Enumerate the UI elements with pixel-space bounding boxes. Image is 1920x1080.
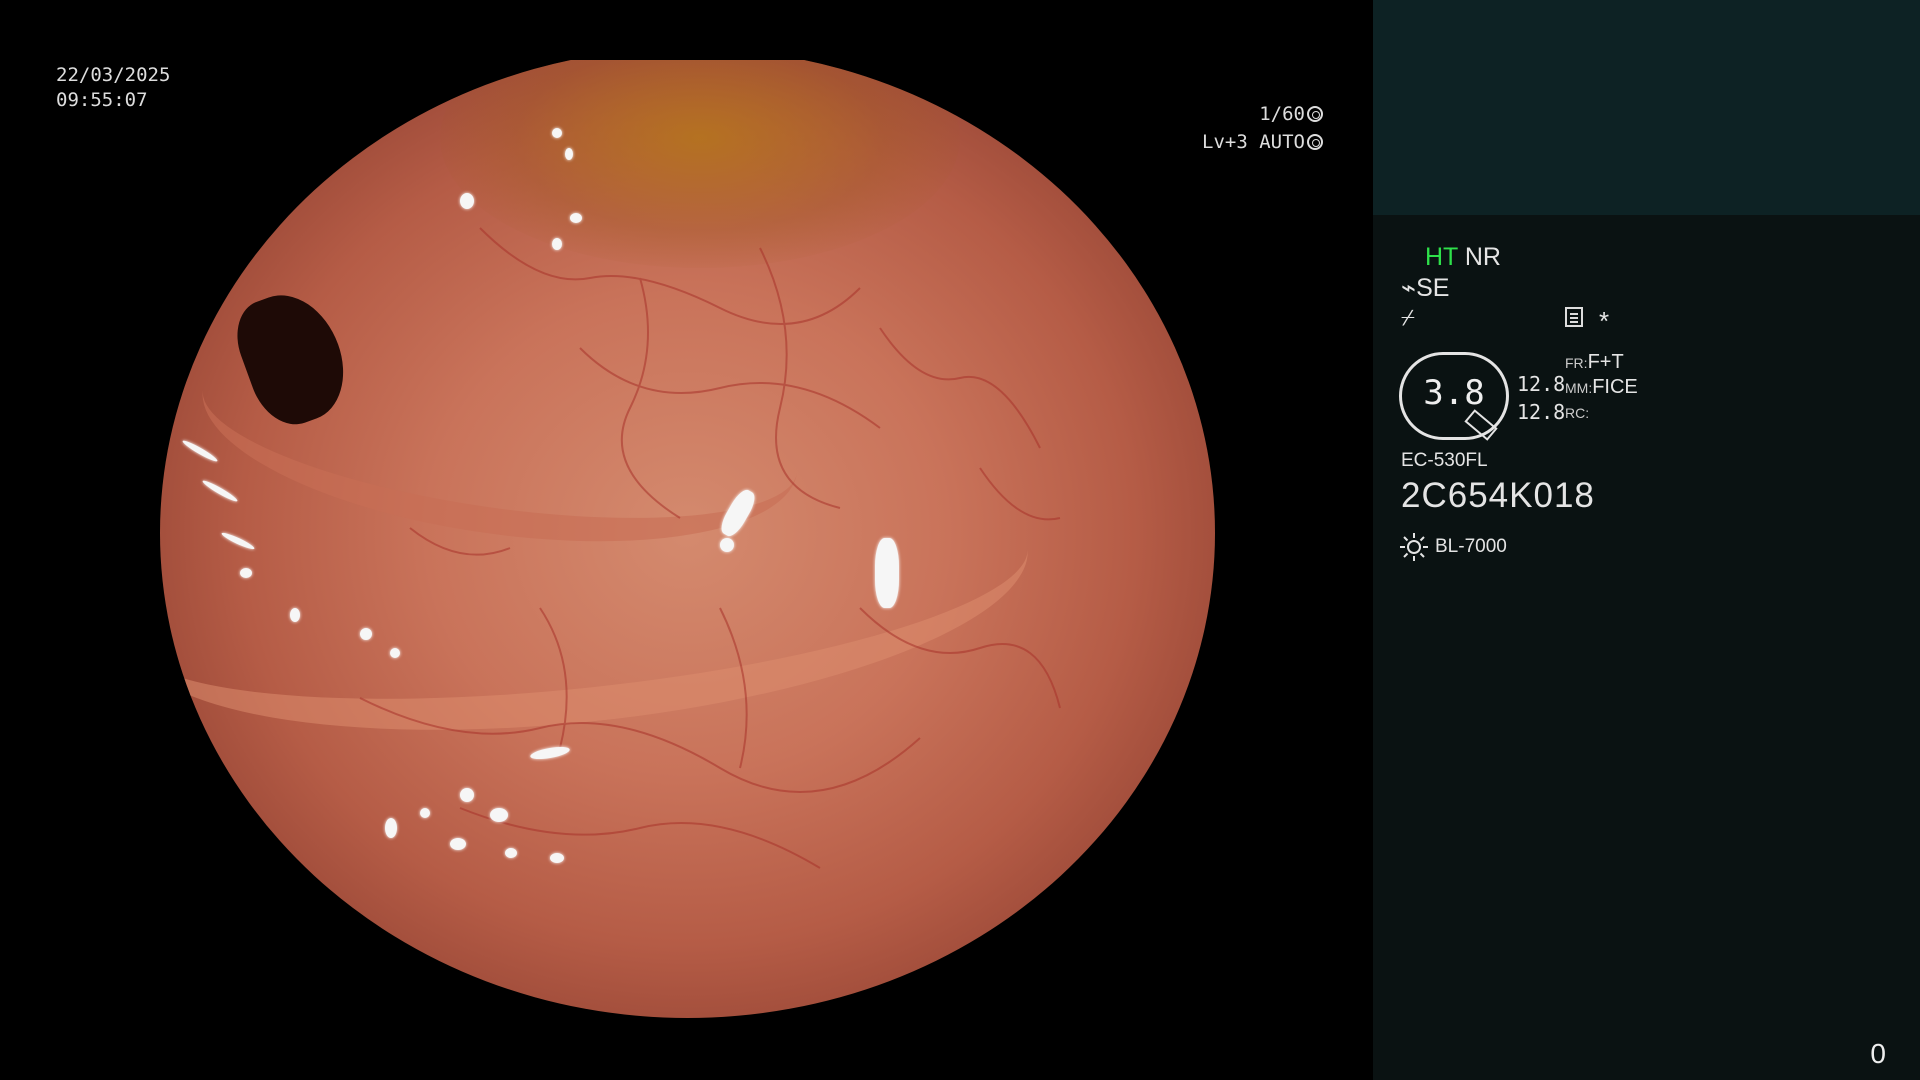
- vascular-pattern: [359, 227, 1061, 869]
- reflection-spot: [720, 538, 734, 552]
- star-indicator: *: [1599, 306, 1610, 336]
- reflection-spot: [290, 608, 300, 622]
- status-panel: HT NR ⌁SE ⌿ * 3.8 12.8 12.8 EC-530FL 2C6…: [1373, 0, 1920, 1080]
- date-label: 22/03/2025: [56, 64, 171, 86]
- reflection-spot: [460, 193, 474, 209]
- reflection-spot: [450, 838, 466, 850]
- menu-list-icon: [1565, 307, 1583, 327]
- reflection-spot: [360, 628, 372, 640]
- scope-serial-number: 2C654K018: [1401, 476, 1595, 515]
- reflection-spot: [385, 818, 397, 838]
- shutter-icon: [1307, 106, 1323, 122]
- gauge-needle-icon: [1464, 409, 1498, 441]
- fr-value: F+T: [1587, 351, 1624, 373]
- time-label: 09:55:07: [56, 89, 148, 111]
- reflection-spot: [550, 853, 564, 863]
- nr-indicator: NR: [1464, 243, 1501, 271]
- color-enhance-icon: ⌿: [1401, 304, 1415, 330]
- reflection-spot: [875, 538, 899, 608]
- endoscope-view-area: 22/03/2025 09:55:07 1/60 Lv+3 AUTO: [0, 0, 1373, 1080]
- scope-model: EC-530FL: [1401, 450, 1488, 471]
- reflection-spot: [552, 238, 562, 250]
- pressure-gauge: 3.8: [1399, 352, 1509, 441]
- datetime-readout: 22/03/2025 09:55:07: [56, 63, 170, 113]
- reflection-spot: [390, 648, 400, 658]
- reflection-spot: [240, 568, 252, 578]
- iris-label: AUTO: [1259, 131, 1305, 153]
- image-counter: 0: [1870, 1038, 1886, 1069]
- structure-enhance-row: ⌁SE: [1401, 273, 1449, 303]
- reflection-spot: [460, 788, 474, 802]
- fr-label: FR:: [1565, 355, 1588, 371]
- reflection-spot: [490, 808, 508, 822]
- gauge-readings: 12.8 12.8: [1517, 370, 1565, 426]
- ht-indicator: HT: [1425, 243, 1458, 271]
- se-indicator: SE: [1416, 274, 1450, 302]
- light-source-icon: [1400, 533, 1428, 561]
- rc-label: RC:: [1565, 405, 1590, 421]
- endoscopic-image: [160, 60, 1215, 1018]
- reflection-spot: [420, 808, 430, 818]
- mm-value: FICE: [1592, 376, 1638, 398]
- fr-mm-rc-block: FR:F+T MM:FICE RC:: [1565, 350, 1638, 425]
- reflection-spot: [570, 213, 582, 223]
- mm-label: MM:: [1565, 380, 1593, 396]
- panel-header-area: [1373, 0, 1920, 215]
- shutter-label: 1/60: [1259, 103, 1305, 125]
- light-source-row: BL-7000: [1399, 532, 1507, 562]
- image-mode-row: HT NR: [1425, 243, 1501, 272]
- reflection-spot: [505, 848, 517, 858]
- structure-icon: ⌁: [1401, 274, 1417, 302]
- reading-bottom: 12.8: [1517, 400, 1566, 424]
- reading-top: 12.8: [1517, 372, 1566, 396]
- reflection-spot: [552, 128, 562, 138]
- iris-icon: [1307, 134, 1323, 150]
- light-source-label: BL-7000: [1435, 536, 1507, 557]
- reflection-spot: [565, 148, 573, 160]
- gauge-value: 3.8: [1423, 373, 1485, 413]
